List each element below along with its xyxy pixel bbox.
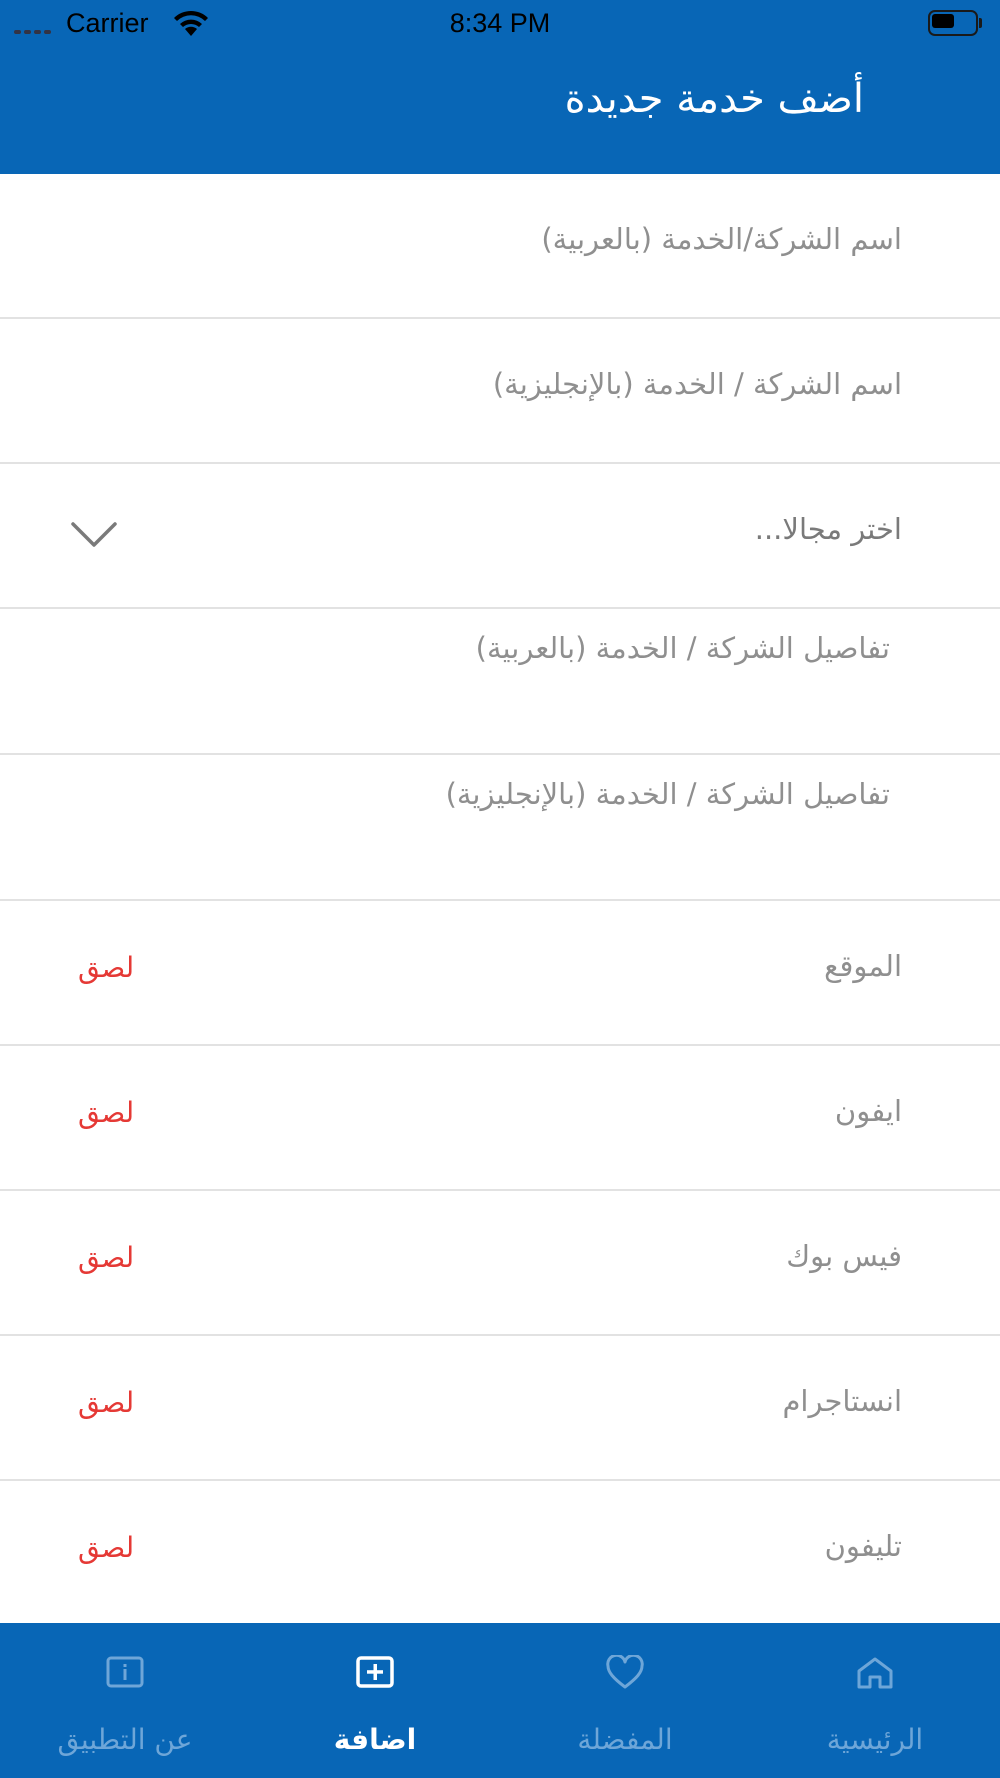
tab-home-label: الرئيسية bbox=[826, 1723, 924, 1756]
category-placeholder: اختر مجالا... bbox=[754, 512, 902, 546]
facebook-field[interactable]: فيس بوك لصق bbox=[0, 1191, 1000, 1336]
tab-bar: عن التطبيق اضافة المفضلة الرئيسية bbox=[0, 1623, 1000, 1778]
heart-icon bbox=[606, 1655, 644, 1689]
tab-home[interactable]: الرئيسية bbox=[750, 1623, 1000, 1778]
website-field[interactable]: الموقع لصق bbox=[0, 901, 1000, 1046]
phone-field[interactable]: تليفون لصق bbox=[0, 1481, 1000, 1623]
tab-add-label: اضافة bbox=[333, 1723, 417, 1756]
tab-add[interactable]: اضافة bbox=[250, 1623, 500, 1778]
instagram-field[interactable]: انستاجرام لصق bbox=[0, 1336, 1000, 1481]
facebook-label: فيس بوك bbox=[786, 1239, 902, 1273]
home-icon bbox=[857, 1657, 893, 1689]
paste-website-button[interactable]: لصق bbox=[78, 951, 134, 984]
details-en-textarea[interactable]: تفاصيل الشركة / الخدمة (بالإنجليزية) bbox=[0, 755, 1000, 901]
status-time: 8:34 PM bbox=[449, 8, 551, 38]
iphone-label: ايفون bbox=[834, 1094, 902, 1128]
chevron-down-icon[interactable] bbox=[70, 520, 118, 550]
info-icon bbox=[106, 1656, 144, 1688]
details-ar-placeholder: تفاصيل الشركة / الخدمة (بالعربية) bbox=[475, 631, 890, 665]
tab-favorites-label: المفضلة bbox=[577, 1723, 673, 1756]
paste-instagram-button[interactable]: لصق bbox=[78, 1386, 134, 1419]
name-ar-field[interactable]: اسم الشركة/الخدمة (بالعربية) bbox=[0, 174, 1000, 319]
tab-favorites[interactable]: المفضلة bbox=[500, 1623, 750, 1778]
status-bar: Carrier 8:34 PM bbox=[0, 0, 1000, 48]
details-ar-textarea[interactable]: تفاصيل الشركة / الخدمة (بالعربية) bbox=[0, 609, 1000, 755]
tab-about[interactable]: عن التطبيق bbox=[0, 1623, 250, 1778]
category-select[interactable]: اختر مجالا... bbox=[0, 464, 1000, 609]
iphone-field[interactable]: ايفون لصق bbox=[0, 1046, 1000, 1191]
battery-icon bbox=[928, 10, 982, 36]
tab-about-label: عن التطبيق bbox=[57, 1723, 193, 1756]
phone-label: تليفون bbox=[824, 1529, 902, 1563]
paste-iphone-button[interactable]: لصق bbox=[78, 1096, 134, 1129]
app-header: Carrier 8:34 PM أضف خدمة جديدة bbox=[0, 0, 1000, 174]
name-en-placeholder: اسم الشركة / الخدمة (بالإنجليزية) bbox=[492, 367, 902, 401]
paste-phone-button[interactable]: لصق bbox=[78, 1531, 134, 1564]
website-label: الموقع bbox=[824, 949, 902, 983]
add-square-icon bbox=[356, 1656, 394, 1688]
details-en-placeholder: تفاصيل الشركة / الخدمة (بالإنجليزية) bbox=[445, 777, 890, 811]
paste-facebook-button[interactable]: لصق bbox=[78, 1241, 134, 1274]
name-en-field[interactable]: اسم الشركة / الخدمة (بالإنجليزية) bbox=[0, 319, 1000, 464]
name-ar-placeholder: اسم الشركة/الخدمة (بالعربية) bbox=[541, 222, 902, 256]
instagram-label: انستاجرام bbox=[782, 1384, 902, 1418]
page-title: أضف خدمة جديدة bbox=[564, 76, 864, 122]
